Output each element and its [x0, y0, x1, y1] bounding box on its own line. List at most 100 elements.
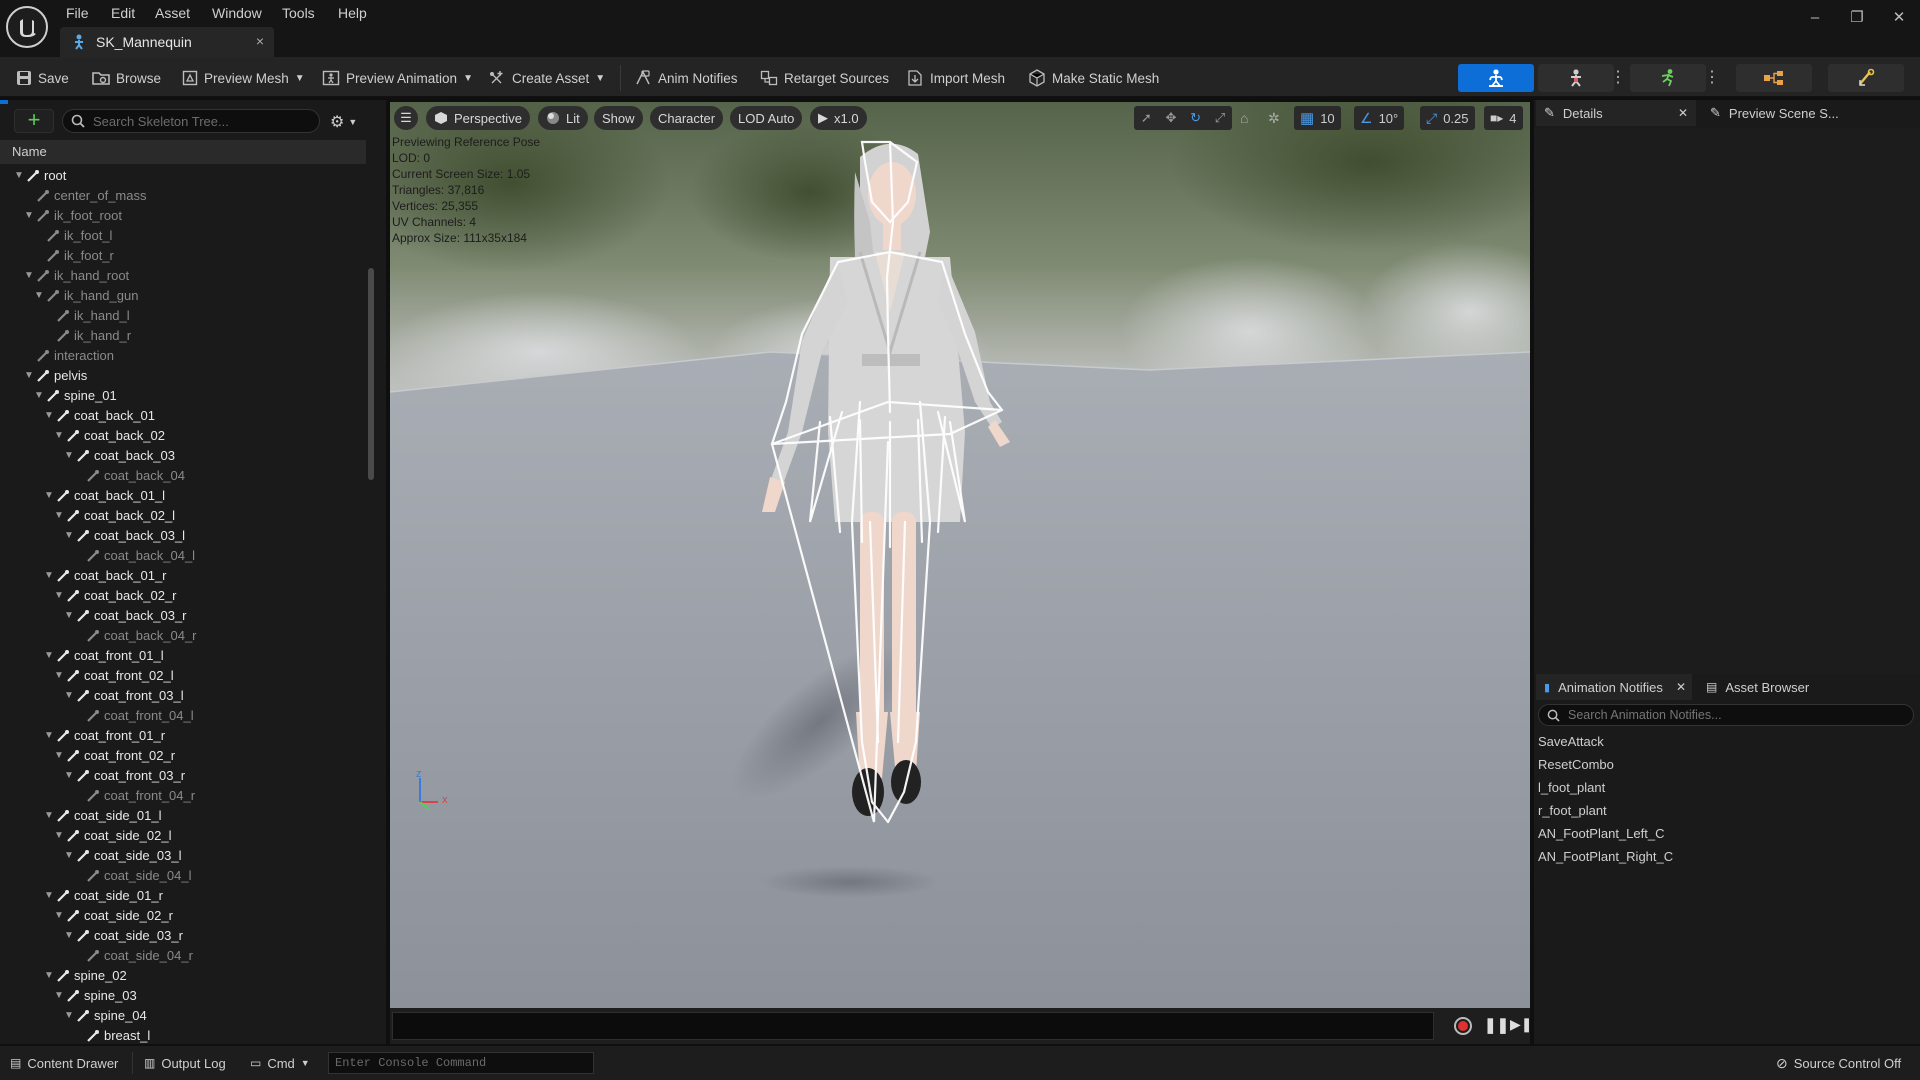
- tree-row-spine-01[interactable]: ▼ spine_01: [0, 386, 366, 406]
- grid-snap-button[interactable]: ▦ 10: [1294, 106, 1341, 130]
- expand-arrow-icon[interactable]: ▼: [64, 846, 74, 866]
- record-button[interactable]: [1454, 1017, 1472, 1035]
- unreal-logo-icon[interactable]: [6, 6, 48, 48]
- tree-row-coat-side-04-r[interactable]: coat_side_04_r: [0, 946, 366, 966]
- expand-arrow-icon[interactable]: ▼: [44, 486, 54, 506]
- expand-arrow-icon[interactable]: ▼: [54, 586, 64, 606]
- expand-arrow-icon[interactable]: ▼: [54, 426, 64, 446]
- animation-mode-options-icon[interactable]: ⋮: [1704, 67, 1720, 87]
- perspective-button[interactable]: Perspective: [426, 106, 530, 130]
- expand-arrow-icon[interactable]: ▼: [54, 986, 64, 1006]
- tree-row-coat-side-01-l[interactable]: ▼ coat_side_01_l: [0, 806, 366, 826]
- tree-row-ik-foot-l[interactable]: ik_foot_l: [0, 226, 366, 246]
- step-forward-button[interactable]: ▶❚: [1510, 1016, 1533, 1033]
- expand-arrow-icon[interactable]: ▼: [34, 386, 44, 406]
- create-asset-dropdown[interactable]: Create Asset ▼: [488, 66, 605, 90]
- expand-arrow-icon[interactable]: ▼: [44, 406, 54, 426]
- animation-mode-button[interactable]: [1630, 64, 1706, 92]
- expand-arrow-icon[interactable]: ▼: [44, 966, 54, 986]
- viewport-menu-button[interactable]: ☰: [394, 106, 418, 130]
- tree-row-coat-back-02[interactable]: ▼ coat_back_02: [0, 426, 366, 446]
- expand-arrow-icon[interactable]: ▼: [14, 166, 24, 186]
- expand-arrow-icon[interactable]: ▼: [44, 886, 54, 906]
- notify-item[interactable]: l_foot_plant: [1538, 780, 1605, 795]
- close-details-icon[interactable]: ✕: [1678, 106, 1688, 120]
- content-drawer-button[interactable]: ▤ Content Drawer: [10, 1054, 118, 1072]
- rotation-snap-button[interactable]: ∠ 10°: [1354, 106, 1405, 130]
- tree-row-coat-back-01[interactable]: ▼ coat_back_01: [0, 406, 366, 426]
- tab-sk-mannequin[interactable]: SK_Mannequin ×: [60, 27, 274, 57]
- tree-scrollbar[interactable]: [368, 268, 374, 480]
- expand-arrow-icon[interactable]: ▼: [54, 506, 64, 526]
- name-column-header[interactable]: Name: [0, 140, 366, 164]
- expand-arrow-icon[interactable]: ▼: [34, 286, 44, 306]
- expand-arrow-icon[interactable]: ▼: [64, 766, 74, 786]
- tree-row-center-of-mass[interactable]: center_of_mass: [0, 186, 366, 206]
- tree-row-coat-back-04-r[interactable]: coat_back_04_r: [0, 626, 366, 646]
- close-notifies-icon[interactable]: ✕: [1676, 680, 1686, 694]
- notify-item[interactable]: SaveAttack: [1538, 734, 1604, 749]
- anim-notifies-button[interactable]: Anim Notifies: [634, 66, 738, 90]
- expand-arrow-icon[interactable]: ▼: [54, 666, 64, 686]
- tree-row-coat-front-02-r[interactable]: ▼ coat_front_02_r: [0, 746, 366, 766]
- notifies-search-box[interactable]: [1538, 704, 1914, 726]
- expand-arrow-icon[interactable]: ▼: [24, 266, 34, 286]
- cmd-dropdown[interactable]: ▭ Cmd ▼: [250, 1054, 310, 1072]
- tree-row-coat-side-02-l[interactable]: ▼ coat_side_02_l: [0, 826, 366, 846]
- close-window-button[interactable]: ✕: [1888, 6, 1910, 28]
- rotate-icon[interactable]: ↻: [1190, 110, 1201, 126]
- blueprint-mode-button[interactable]: [1736, 64, 1812, 92]
- menu-tools[interactable]: Tools: [282, 4, 315, 22]
- select-icon[interactable]: ➚: [1141, 110, 1152, 126]
- pause-button[interactable]: ❚❚: [1484, 1016, 1509, 1034]
- tree-row-coat-back-02-r[interactable]: ▼ coat_back_02_r: [0, 586, 366, 606]
- add-socket-button[interactable]: +: [14, 109, 54, 133]
- expand-arrow-icon[interactable]: ▼: [24, 206, 34, 226]
- tree-row-coat-side-04-l[interactable]: coat_side_04_l: [0, 866, 366, 886]
- world-local-icon[interactable]: ⌂: [1240, 110, 1248, 126]
- scale-icon[interactable]: ⤢: [1215, 110, 1225, 126]
- expand-arrow-icon[interactable]: ▼: [44, 726, 54, 746]
- expand-arrow-icon[interactable]: ▼: [54, 826, 64, 846]
- tree-row-pelvis[interactable]: ▼ pelvis: [0, 366, 366, 386]
- menu-window[interactable]: Window: [212, 4, 262, 22]
- make-static-mesh-button[interactable]: Make Static Mesh: [1028, 66, 1159, 90]
- translate-icon[interactable]: ✥: [1165, 110, 1176, 126]
- scale-snap-button[interactable]: ⤢ 0.25: [1420, 106, 1475, 130]
- tree-row-ik-hand-r[interactable]: ik_hand_r: [0, 326, 366, 346]
- tree-row-coat-side-03-l[interactable]: ▼ coat_side_03_l: [0, 846, 366, 866]
- expand-arrow-icon[interactable]: ▼: [24, 366, 34, 386]
- expand-arrow-icon[interactable]: ▼: [44, 806, 54, 826]
- tree-row-coat-back-04-l[interactable]: coat_back_04_l: [0, 546, 366, 566]
- tree-row-coat-back-03[interactable]: ▼ coat_back_03: [0, 446, 366, 466]
- tree-row-coat-back-01-l[interactable]: ▼ coat_back_01_l: [0, 486, 366, 506]
- tree-row-breast-l[interactable]: breast_l: [0, 1026, 366, 1044]
- preview-viewport[interactable]: z x ☰ Perspective Lit Show Character LOD…: [390, 102, 1530, 1008]
- tree-row-ik-foot-r[interactable]: ik_foot_r: [0, 246, 366, 266]
- tree-row-coat-back-01-r[interactable]: ▼ coat_back_01_r: [0, 566, 366, 586]
- console-command-input[interactable]: [328, 1052, 594, 1074]
- output-log-button[interactable]: ▥ Output Log: [144, 1054, 226, 1072]
- tree-row-coat-side-01-r[interactable]: ▼ coat_side_01_r: [0, 886, 366, 906]
- mesh-mode-options-icon[interactable]: ⋮: [1610, 67, 1626, 87]
- physics-mode-button[interactable]: [1828, 64, 1904, 92]
- mesh-mode-button[interactable]: [1538, 64, 1614, 92]
- tree-row-coat-side-02-r[interactable]: ▼ coat_side_02_r: [0, 906, 366, 926]
- tab-preview-scene-settings[interactable]: ✎ Preview Scene S...: [1702, 100, 1902, 126]
- menu-edit[interactable]: Edit: [111, 4, 135, 22]
- tree-row-coat-side-03-r[interactable]: ▼ coat_side_03_r: [0, 926, 366, 946]
- expand-arrow-icon[interactable]: ▼: [54, 746, 64, 766]
- restore-button[interactable]: ❐: [1846, 6, 1868, 28]
- skeleton-search-input[interactable]: [93, 113, 303, 129]
- preview-mesh-dropdown[interactable]: Preview Mesh ▼: [182, 66, 305, 90]
- tree-row-coat-front-02-l[interactable]: ▼ coat_front_02_l: [0, 666, 366, 686]
- tab-details[interactable]: ✎ Details ✕: [1536, 100, 1696, 126]
- import-mesh-button[interactable]: Import Mesh: [906, 66, 1005, 90]
- notify-item[interactable]: AN_FootPlant_Right_C: [1538, 849, 1673, 864]
- tree-row-coat-back-02-l[interactable]: ▼ coat_back_02_l: [0, 506, 366, 526]
- tree-settings-button[interactable]: ⚙ ▼: [330, 112, 357, 132]
- tree-row-spine-02[interactable]: ▼ spine_02: [0, 966, 366, 986]
- tree-row-ik-foot-root[interactable]: ▼ ik_foot_root: [0, 206, 366, 226]
- notifies-search-input[interactable]: [1568, 708, 1888, 722]
- expand-arrow-icon[interactable]: ▼: [44, 566, 54, 586]
